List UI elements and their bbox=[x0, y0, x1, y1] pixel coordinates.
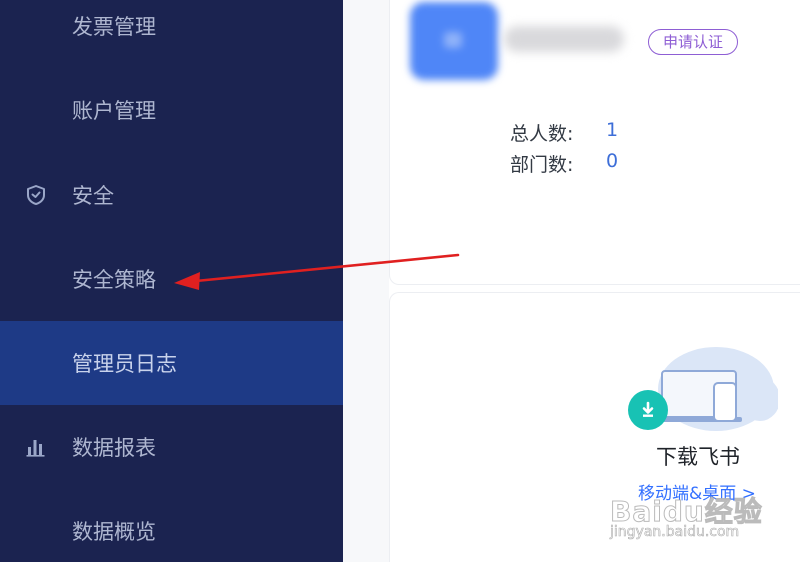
sidebar-item-security-policy[interactable]: 安全策略 bbox=[0, 237, 343, 321]
baidu-watermark-url: jingyan.baidu.com bbox=[610, 524, 740, 541]
sidebar-group-security[interactable]: 安全 bbox=[0, 153, 343, 237]
total-members-stat: 总人数: 1 bbox=[510, 119, 618, 146]
sidebar-group-data-reports[interactable]: 数据报表 bbox=[0, 405, 343, 489]
content-gutter bbox=[343, 0, 389, 562]
sidebar-item-label: 数据概览 bbox=[72, 520, 156, 544]
stat-value: 0 bbox=[606, 150, 619, 172]
organization-avatar bbox=[410, 2, 498, 80]
sidebar-item-invoice-management[interactable]: 发票管理 bbox=[0, 0, 343, 68]
department-count-stat: 部门数: 0 bbox=[510, 150, 618, 177]
organization-card: 申请认证 总人数: 1 部门数: 0 bbox=[389, 0, 800, 285]
sidebar-item-admin-log[interactable]: 管理员日志 bbox=[0, 321, 343, 405]
shield-icon bbox=[24, 183, 48, 207]
download-title: 下载飞书 bbox=[656, 445, 740, 469]
sidebar: 发票管理 账户管理 安全 安全策略 管理员日志 数据报表 数据概览 bbox=[0, 0, 343, 562]
sidebar-item-account-management[interactable]: 账户管理 bbox=[0, 68, 343, 152]
download-badge-icon bbox=[628, 390, 668, 430]
sidebar-item-label: 管理员日志 bbox=[72, 352, 177, 376]
sidebar-item-label: 安全 bbox=[72, 184, 114, 208]
organization-name-blurred bbox=[504, 26, 624, 52]
sidebar-item-label: 数据报表 bbox=[72, 436, 156, 460]
stat-label: 总人数: bbox=[510, 123, 574, 145]
sidebar-item-data-overview[interactable]: 数据概览 bbox=[0, 489, 343, 562]
apply-certification-button[interactable]: 申请认证 bbox=[648, 29, 739, 55]
stat-label: 部门数: bbox=[510, 154, 574, 176]
sidebar-item-label: 账户管理 bbox=[72, 99, 156, 123]
bar-chart-icon bbox=[24, 435, 48, 459]
sidebar-item-label: 发票管理 bbox=[72, 15, 156, 39]
main-content: 申请认证 总人数: 1 部门数: 0 下载飞书 移动端&桌面 > bbox=[343, 0, 800, 562]
sidebar-item-label: 安全策略 bbox=[72, 268, 156, 292]
stat-value: 1 bbox=[606, 119, 619, 141]
